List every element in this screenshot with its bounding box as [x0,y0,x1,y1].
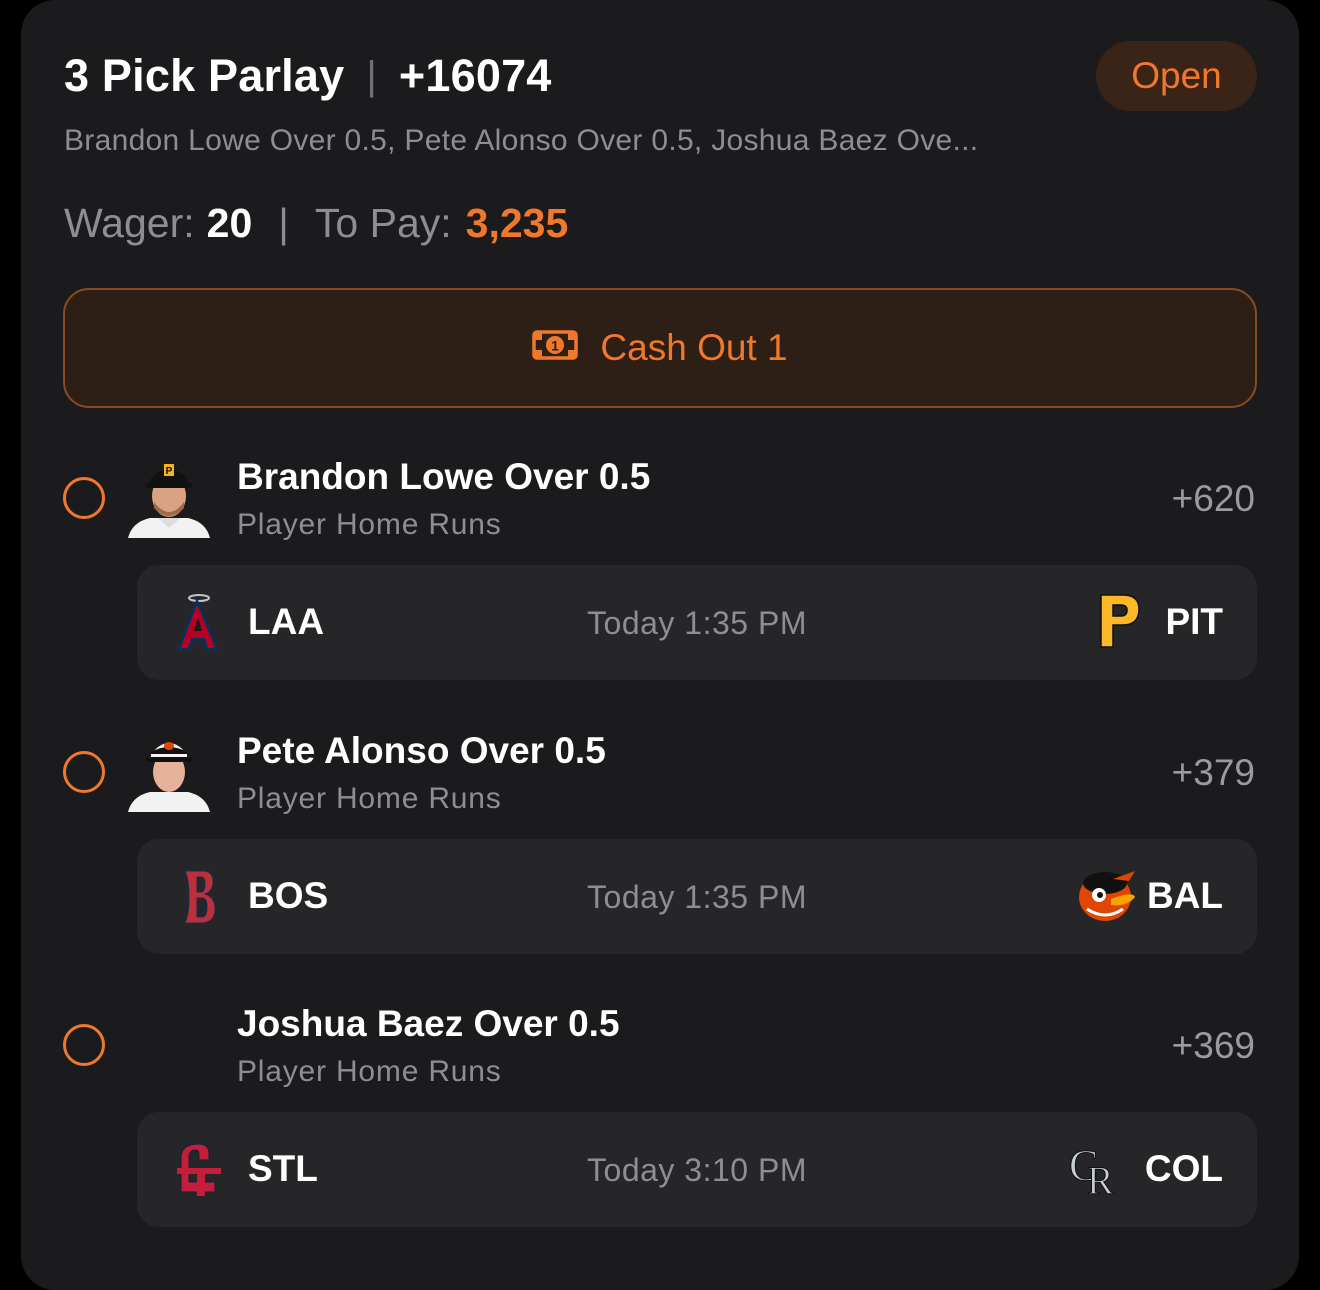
pick-odds: +379 [1171,752,1255,793]
status-badge: Open [1096,41,1257,111]
game-time: Today 1:35 PM [587,605,807,641]
pick-odds: +369 [1171,1025,1255,1066]
wager-line: Wager: 20 | To Pay: 3,235 [64,200,568,247]
to-pay-value: 3,235 [465,200,569,246]
legs-summary: Brandon Lowe Over 0.5, Pete Alonso Over … [64,124,979,157]
pick-market: Player Home Runs [237,1055,502,1088]
wager-divider: | [278,200,289,246]
title-divider: | [366,53,377,98]
pick-market: Player Home Runs [237,508,502,541]
cash-out-label: Cash Out 1 [600,327,788,368]
wager-value: 20 [206,200,253,246]
game-matchup[interactable]: LAA Today 1:35 PM PIT [137,565,1257,680]
game-matchup[interactable]: STL Today 3:10 PM C R COL [137,1112,1257,1227]
leg-status-circle [63,751,105,793]
cash-icon: 1 [532,327,579,369]
orioles-logo [1077,865,1137,927]
home-team-abbr: BAL [1146,875,1223,916]
rockies-logo: C R [1067,1138,1127,1204]
leg-status-circle [63,477,105,519]
game-matchup[interactable]: BOS Today 1:35 PM BAL [137,839,1257,954]
pick-title: Joshua Baez Over 0.5 [237,1003,620,1044]
home-team-abbr: PIT [1165,601,1223,642]
home-team-abbr: COL [1144,1148,1223,1189]
pick-odds: +620 [1171,478,1255,519]
parlay-title: 3 Pick Parlay | +16074 [64,50,552,102]
pick-title: Pete Alonso Over 0.5 [237,730,606,771]
cash-out-button[interactable]: 1 Cash Out 1 [63,288,1257,408]
parlay-odds: +16074 [398,50,552,101]
pick-title: Brandon Lowe Over 0.5 [237,456,651,497]
svg-text:P: P [166,466,173,477]
player-photo: P [128,456,210,538]
leg-status-circle [63,1024,105,1066]
svg-text:1: 1 [552,338,560,354]
pirates-logo [1097,591,1157,653]
parlay-name: 3 Pick Parlay [64,50,345,101]
svg-text:R: R [1087,1158,1114,1198]
player-photo [128,730,210,812]
pick-market: Player Home Runs [237,782,502,815]
wager-label: Wager: [64,200,195,246]
to-pay-label: To Pay: [314,200,452,246]
